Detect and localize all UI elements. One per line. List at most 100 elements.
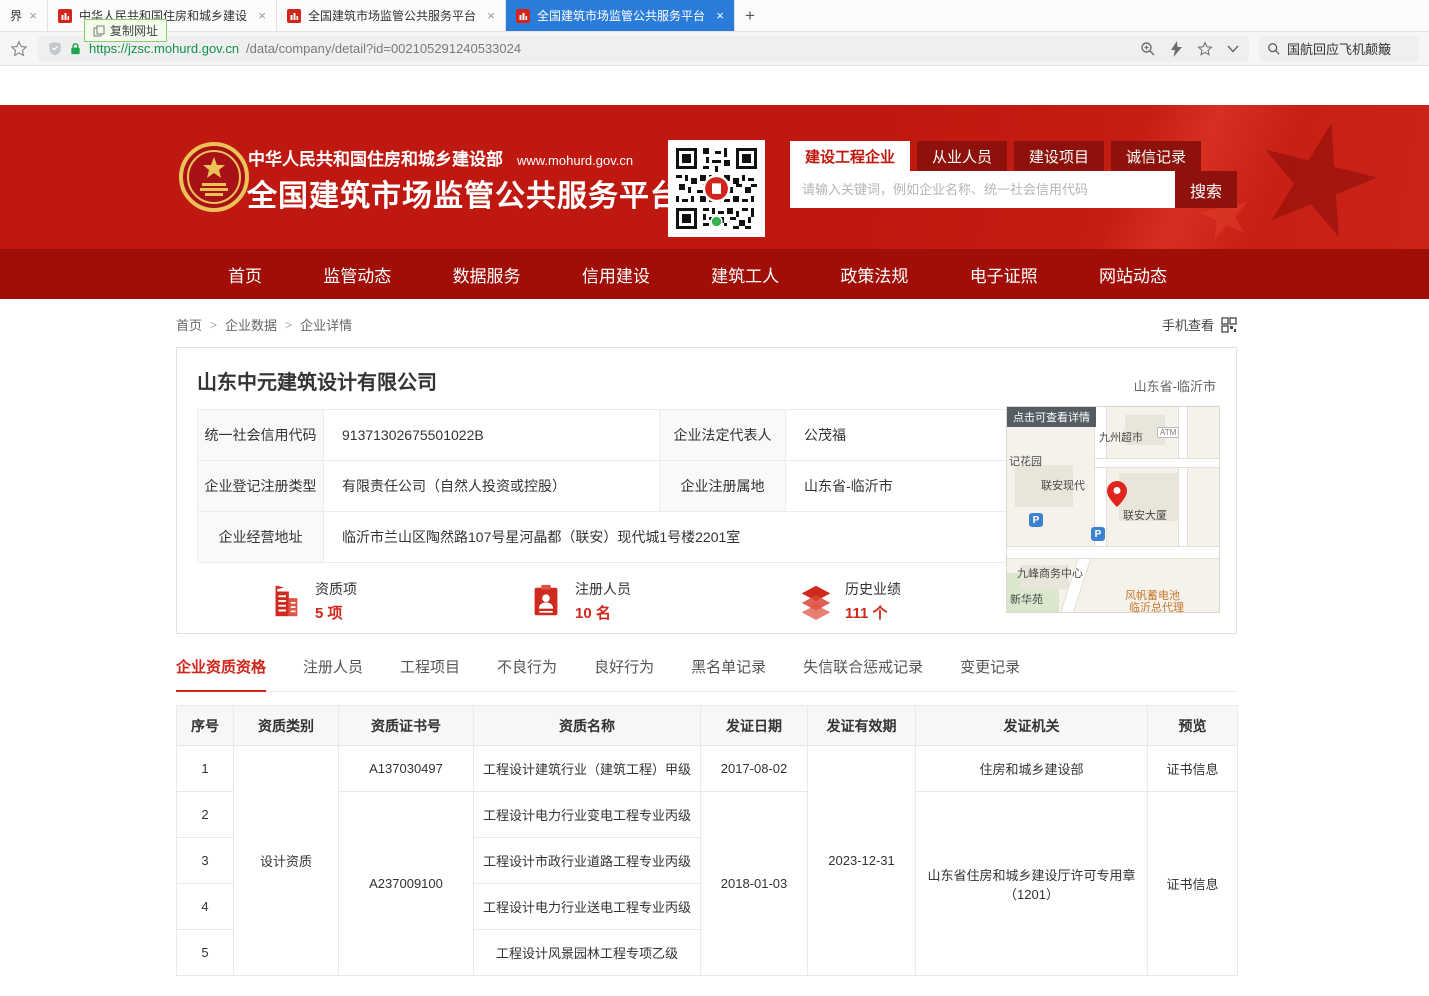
mobile-view-link[interactable]: 手机查看 (1162, 315, 1237, 334)
nav-item-credit[interactable]: 信用建设 (582, 262, 650, 287)
parking-icon: P (1091, 527, 1105, 541)
map-label: 联安大厦 (1123, 507, 1167, 523)
col-header-no: 序号 (177, 706, 234, 746)
nav-item-supervision[interactable]: 监管动态 (323, 262, 391, 287)
nav-item-workers[interactable]: 建筑工人 (711, 262, 779, 287)
reg-type-label: 企业登记注册类型 (198, 461, 324, 512)
tab-good-behavior[interactable]: 良好行为 (594, 656, 654, 691)
breadcrumb-company-data[interactable]: 企业数据 (225, 315, 277, 334)
keyword-search-input[interactable] (790, 171, 1175, 208)
nav-item-site-news[interactable]: 网站动态 (1099, 262, 1167, 287)
tab-blacklist[interactable]: 黑名单记录 (691, 656, 766, 691)
map-label: 联安现代 (1041, 477, 1085, 493)
browser-window: 界 × 中华人民共和国住房和城乡建设 × 全国建筑市场监管公共服务平台 × 全国… (0, 0, 1429, 996)
close-icon[interactable]: × (29, 8, 37, 23)
browser-tab-2[interactable]: 全国建筑市场监管公共服务平台 × (277, 0, 506, 31)
map-label: 新华苑 (1010, 591, 1043, 607)
cell-no: 1 (177, 746, 234, 792)
stat-qualifications: 资质项 5 项 (267, 579, 357, 623)
tab-dishonesty-records[interactable]: 失信联合惩戒记录 (803, 656, 923, 691)
parking-icon: P (1029, 513, 1043, 527)
site-title: 全国建筑市场监管公共服务平台 (247, 171, 681, 215)
company-name: 山东中元建筑设计有限公司 (197, 366, 437, 395)
company-info-table: 统一社会信用代码 91371302675501022B 企业法定代表人 公茂福 … (197, 409, 1008, 563)
url-host: https://jzsc.mohurd.gov.cn (89, 41, 239, 56)
close-icon[interactable]: × (487, 8, 495, 23)
category-tab-project[interactable]: 建设项目 (1014, 141, 1104, 171)
col-header-cert-no: 资质证书号 (339, 706, 474, 746)
header-search-panel: 建设工程企业 从业人员 建设项目 诚信记录 搜索 (790, 141, 1237, 208)
header-qr-code (668, 140, 765, 237)
tab-qualifications[interactable]: 企业资质资格 (176, 656, 266, 692)
ministry-title: 中华人民共和国住房和城乡建设部 (248, 150, 503, 169)
tooltip-text: 复制网址 (110, 22, 158, 39)
close-icon[interactable]: × (716, 8, 724, 23)
address-value: 临沂市兰山区陶然路107号星河晶都（联安）现代城1号楼2201室 (324, 512, 1008, 563)
breadcrumb-separator: > (285, 318, 292, 332)
stat-history-performance: 历史业绩 111 个 (797, 579, 901, 623)
cell-name: 工程设计市政行业道路工程专业丙级 (474, 838, 701, 884)
table-row: 1 设计资质 A137030497 工程设计建筑行业（建筑工程）甲级 2017-… (177, 746, 1238, 792)
map-label: 九州超市 (1099, 429, 1143, 445)
certificate-building-icon (267, 582, 305, 620)
favorite-star-icon[interactable] (1197, 41, 1213, 57)
tab-bad-behavior[interactable]: 不良行为 (497, 656, 557, 691)
category-tab-personnel[interactable]: 从业人员 (917, 141, 1007, 171)
cell-category: 设计资质 (234, 746, 339, 976)
category-tab-enterprise[interactable]: 建设工程企业 (790, 141, 910, 171)
chevron-down-icon[interactable] (1227, 45, 1239, 53)
nav-item-data-service[interactable]: 数据服务 (453, 262, 521, 287)
company-card: 山东中元建筑设计有限公司 山东省-临沂市 统一社会信用代码 9137130267… (176, 347, 1237, 634)
search-category-tabs: 建设工程企业 从业人员 建设项目 诚信记录 (790, 141, 1237, 171)
layers-icon (797, 582, 835, 620)
company-location-map[interactable]: 点击可查看详情 九州超市 记花园 联安现代 联安大厦 九峰商务中心 新华苑 风帆… (1006, 406, 1220, 613)
map-label: 九峰商务中心 (1017, 565, 1083, 581)
cell-name: 工程设计建筑行业（建筑工程）甲级 (474, 746, 701, 792)
tab-change-records[interactable]: 变更记录 (960, 656, 1020, 691)
breadcrumb-home[interactable]: 首页 (176, 315, 202, 334)
nav-item-e-license[interactable]: 电子证照 (970, 262, 1038, 287)
cert-info-link[interactable]: 证书信息 (1148, 746, 1238, 792)
search-button[interactable]: 搜索 (1175, 171, 1237, 208)
cell-issue-date: 2018-01-03 (701, 792, 808, 976)
browser-tab-0[interactable]: 界 × (0, 0, 48, 31)
reg-region-label: 企业注册属地 (660, 461, 786, 512)
tab-projects[interactable]: 工程项目 (400, 656, 460, 691)
address-input[interactable]: https://jzsc.mohurd.gov.cn/data/company/… (38, 36, 1249, 62)
map-pin-icon (1107, 481, 1127, 507)
tab-strip: 界 × 中华人民共和国住房和城乡建设 × 全国建筑市场监管公共服务平台 × 全国… (0, 0, 1429, 32)
hot-search-text: 国航回应飞机颠簸 (1287, 39, 1391, 58)
cert-info-link[interactable]: 证书信息 (1148, 792, 1238, 976)
zoom-icon[interactable] (1140, 41, 1156, 57)
cell-no: 2 (177, 792, 234, 838)
tab-label: 界 (10, 7, 22, 24)
national-emblem-icon (178, 141, 250, 213)
browser-tab-active[interactable]: 全国建筑市场监管公共服务平台 × (506, 0, 735, 31)
person-badge-icon (527, 582, 565, 620)
stat-registered-personnel: 注册人员 10 名 (527, 579, 631, 623)
header-search-row: 搜索 (790, 171, 1237, 208)
copy-icon (93, 25, 105, 37)
url-path: /data/company/detail?id=0021052912405330… (246, 41, 521, 56)
reg-type-value: 有限责任公司（自然人投资或控股） (324, 461, 660, 512)
cell-issue-date: 2017-08-02 (701, 746, 808, 792)
new-tab-button[interactable]: + (735, 0, 765, 31)
bookmark-star-icon[interactable] (10, 40, 28, 58)
category-tab-credit[interactable]: 诚信记录 (1111, 141, 1201, 171)
cell-name: 工程设计电力行业送电工程专业丙级 (474, 884, 701, 930)
lightning-icon[interactable] (1170, 41, 1183, 57)
copy-url-tooltip: 复制网址 (84, 19, 167, 42)
browser-search-box[interactable]: 国航回应飞机颠簸 (1259, 36, 1419, 62)
address-label: 企业经营地址 (198, 512, 324, 563)
shield-icon[interactable] (48, 41, 62, 56)
stat-value: 5 项 (315, 602, 357, 623)
cell-cert-no: A237009100 (339, 792, 474, 976)
close-icon[interactable]: × (258, 8, 266, 23)
atm-icon: ATM (1157, 427, 1179, 438)
credit-code-value: 91371302675501022B (324, 410, 660, 461)
search-icon (1267, 42, 1281, 56)
cell-authority: 山东省住房和城乡建设厅许可专用章（1201） (916, 792, 1148, 976)
nav-item-home[interactable]: 首页 (228, 262, 262, 287)
tab-registered-personnel[interactable]: 注册人员 (303, 656, 363, 691)
nav-item-policy[interactable]: 政策法规 (840, 262, 908, 287)
